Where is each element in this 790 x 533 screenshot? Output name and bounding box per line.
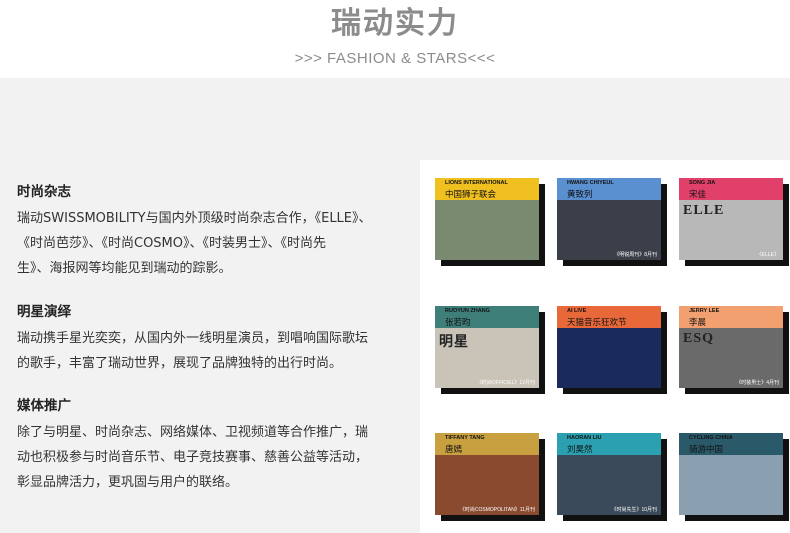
gallery-card[interactable]: CYCLING CHINA 骑游中国: [679, 433, 789, 521]
gallery-card[interactable]: JERRY LEE 李晨 ESQ 《时装男士》4月刊: [679, 306, 789, 394]
card-magazine-logo: ELLE: [683, 203, 725, 218]
card-face: CYCLING CHINA 骑游中国: [679, 433, 783, 515]
section-heading: 时尚杂志: [17, 184, 71, 200]
card-title-band: CYCLING CHINA 骑游中国: [679, 433, 783, 455]
section-heading: 媒体推广: [17, 398, 71, 414]
section-line: 瑞动携手星光奕奕，从国内外一线明星演员，到唱响国际歌坛: [17, 331, 369, 346]
section-line: 动也积极参与时尚音乐节、电子竞技赛事、慈善公益等活动，: [17, 450, 369, 465]
card-title-band: HWANG CHIYEUL 黄致列: [557, 178, 661, 200]
section-line: 的歌手，丰富了瑞动世界，展现了品牌独特的出行时尚。: [17, 356, 343, 371]
card-face: HAORAN LIU 刘昊然《时尚先生》10月刊: [557, 433, 661, 515]
gallery-card[interactable]: HWANG CHIYEUL 黄致列《明锐周刊》8月刊: [557, 178, 667, 266]
card-title-band: RUOYUN ZHANG 张若昀: [435, 306, 539, 328]
card-english-name: RUOYUN ZHANG: [445, 308, 490, 314]
card-english-name: TIFFANY TANG: [445, 435, 485, 441]
card-title-band: LIONS INTERNATIONAL 中国狮子联会: [435, 178, 539, 200]
page-title: 瑞动实力: [331, 6, 459, 41]
card-face: TIFFANY TANG 唐嫣《时尚COSMOPOLITAN》11月刊: [435, 433, 539, 515]
card-photo: [679, 455, 783, 515]
section-heading: 明星演绎: [17, 304, 71, 320]
card-chinese-name: 李晨: [689, 318, 707, 328]
card-english-name: JERRY LEE: [689, 308, 720, 314]
card-chinese-name: 刘昊然: [567, 445, 593, 455]
card-title-band: HAORAN LIU 刘昊然: [557, 433, 661, 455]
card-magazine-logo: ESQ: [683, 331, 715, 346]
card-title-band: SONG JIA 宋佳: [679, 178, 783, 200]
card-title-band: JERRY LEE 李晨: [679, 306, 783, 328]
card-photo: [557, 328, 661, 388]
section-line: 彰显品牌活力，更巩固与用户的联络。: [17, 475, 239, 490]
card-english-name: HWANG CHIYEUL: [567, 180, 614, 186]
card-chinese-name: 中国狮子联会: [445, 190, 497, 200]
card-chinese-name: 宋佳: [689, 190, 707, 200]
gallery-card[interactable]: LIONS INTERNATIONAL 中国狮子联会: [435, 178, 545, 266]
card-caption: 《明锐周刊》8月刊: [614, 252, 657, 258]
card-chinese-name: 天猫音乐狂欢节: [567, 318, 627, 328]
card-magazine-logo: 明星: [439, 335, 469, 350]
card-photo: [435, 200, 539, 260]
card-face: JERRY LEE 李晨 ESQ 《时装男士》4月刊: [679, 306, 783, 388]
section-line: 瑞动SWISSMOBILITY与国内外顶级时尚杂志合作，《ELLE》、: [17, 211, 372, 226]
card-face: HWANG CHIYEUL 黄致列《明锐周刊》8月刊: [557, 178, 661, 260]
card-face: RUOYUN ZHANG 张若昀明星《时尚OFFICIEL》12月刊: [435, 306, 539, 388]
card-chinese-name: 黄致列: [567, 190, 593, 200]
card-face: LIONS INTERNATIONAL 中国狮子联会: [435, 178, 539, 260]
gallery-card[interactable]: SONG JIA 宋佳 ELLE 《ELLE》: [679, 178, 789, 266]
card-caption: 《ELLE》: [756, 252, 779, 258]
section-line: 生》、海报网等均能见到瑞动的踪影。: [17, 261, 232, 276]
gallery-card[interactable]: HAORAN LIU 刘昊然《时尚先生》10月刊: [557, 433, 667, 521]
card-english-name: SONG JIA: [689, 180, 716, 186]
card-chinese-name: 骑游中国: [689, 445, 724, 455]
card-chinese-name: 唐嫣: [445, 445, 463, 455]
section-line: 除了与明星、时尚杂志、网络媒体、卫视频道等合作推广，瑞: [17, 425, 369, 440]
section-line: 《时尚芭莎》、《时尚COSMO》、《时装男士》、《时尚先: [17, 236, 327, 251]
card-caption: 《时尚COSMOPOLITAN》11月刊: [459, 507, 535, 513]
card-english-name: AI LIVE: [567, 308, 587, 314]
card-title-band: AI LIVE 天猫音乐狂欢节: [557, 306, 661, 328]
gallery-card[interactable]: AI LIVE 天猫音乐狂欢节: [557, 306, 667, 394]
card-english-name: CYCLING CHINA: [689, 435, 733, 441]
card-caption: 《时尚OFFICIEL》12月刊: [476, 380, 535, 386]
page-subtitle: >>> FASHION & STARS<<<: [294, 50, 496, 67]
gallery-card[interactable]: TIFFANY TANG 唐嫣《时尚COSMOPOLITAN》11月刊: [435, 433, 545, 521]
card-face: SONG JIA 宋佳 ELLE 《ELLE》: [679, 178, 783, 260]
card-caption: 《时尚先生》10月刊: [611, 507, 657, 513]
card-chinese-name: 张若昀: [445, 318, 471, 328]
card-title-band: TIFFANY TANG 唐嫣: [435, 433, 539, 455]
card-caption: 《时装男士》4月刊: [736, 380, 779, 386]
card-english-name: LIONS INTERNATIONAL: [445, 180, 508, 186]
section-media-promotion: 媒体推广 除了与明星、时尚杂志、网络媒体、卫视频道等合作推广，瑞 动也积极参与时…: [17, 396, 402, 495]
card-english-name: HAORAN LIU: [567, 435, 602, 441]
card-face: AI LIVE 天猫音乐狂欢节: [557, 306, 661, 388]
section-fashion-magazine: 时尚杂志 瑞动SWISSMOBILITY与国内外顶级时尚杂志合作，《ELLE》、…: [17, 182, 402, 281]
section-star-performance: 明星演绎 瑞动携手星光奕奕，从国内外一线明星演员，到唱响国际歌坛 的歌手，丰富了…: [17, 302, 402, 376]
section-header: 瑞动实力 >>> FASHION & STARS<<<: [0, 0, 790, 78]
gallery-card[interactable]: RUOYUN ZHANG 张若昀明星《时尚OFFICIEL》12月刊: [435, 306, 545, 394]
